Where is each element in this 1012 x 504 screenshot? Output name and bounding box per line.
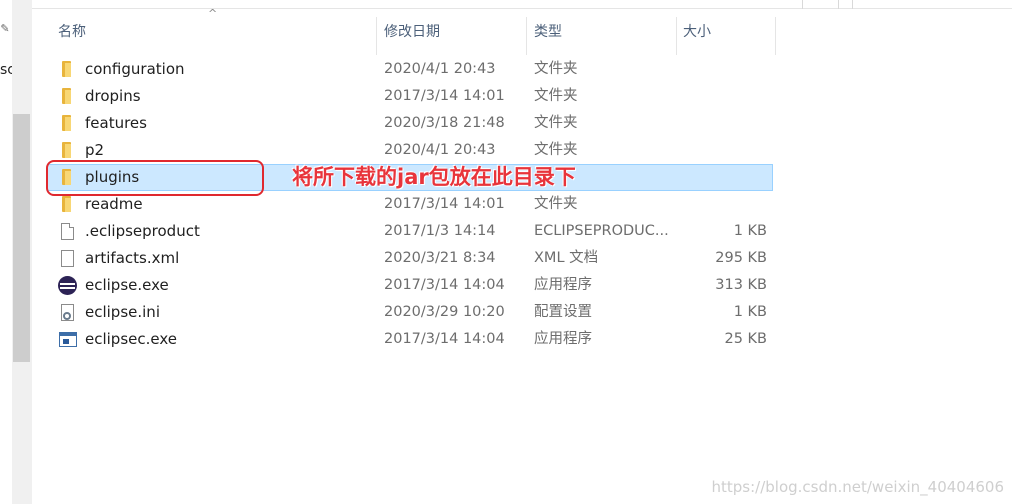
navigation-pane: ✎ sc bbox=[0, 0, 32, 504]
column-header-name-label: 名称 bbox=[58, 24, 86, 40]
file-name: eclipsec.exe bbox=[85, 330, 177, 348]
folder-icon bbox=[59, 60, 77, 78]
file-row-dropins[interactable]: dropins 2017/3/14 14:01 文件夹 bbox=[47, 83, 773, 110]
file-date: 2017/3/14 14:04 bbox=[384, 331, 505, 347]
file-name: eclipse.ini bbox=[85, 303, 160, 321]
folder-icon bbox=[59, 141, 77, 159]
file-date: 2020/4/1 20:43 bbox=[384, 142, 496, 158]
column-header-size[interactable]: 大小 bbox=[683, 9, 775, 47]
folder-icon bbox=[59, 114, 77, 132]
nav-pane-border bbox=[31, 0, 32, 504]
file-name: dropins bbox=[85, 87, 141, 105]
file-date: 2017/1/3 14:14 bbox=[384, 223, 496, 239]
file-date: 2020/3/29 10:20 bbox=[384, 304, 505, 320]
application-icon bbox=[59, 332, 77, 347]
column-headers: 名称 ^ 修改日期 类型 大小 bbox=[32, 7, 1012, 55]
file-size bbox=[678, 165, 768, 192]
file-type: 文件夹 bbox=[534, 142, 578, 158]
file-name: eclipse.exe bbox=[85, 276, 169, 294]
top-separator bbox=[852, 0, 853, 9]
sort-ascending-icon: ^ bbox=[208, 7, 218, 20]
column-divider[interactable] bbox=[676, 17, 677, 55]
watermark: https://blog.csdn.net/weixin_40404606 bbox=[711, 478, 1004, 496]
file-size: 313 KB bbox=[715, 277, 767, 293]
file-size: 295 KB bbox=[715, 250, 767, 266]
top-strip bbox=[0, 0, 1012, 9]
file-type: 应用程序 bbox=[534, 277, 592, 293]
file-size bbox=[677, 56, 767, 83]
file-date: 2017/3/14 14:01 bbox=[384, 196, 505, 212]
column-divider[interactable] bbox=[376, 17, 377, 55]
nav-scrollbar-thumb[interactable] bbox=[13, 114, 30, 362]
column-divider[interactable] bbox=[775, 17, 776, 55]
file-type: 文件夹 bbox=[534, 61, 578, 77]
column-header-date[interactable]: 修改日期 bbox=[384, 9, 526, 47]
top-separator bbox=[838, 0, 839, 9]
file-size: 1 KB bbox=[733, 223, 767, 239]
column-header-size-label: 大小 bbox=[683, 24, 711, 40]
file-date: 2020/3/18 21:48 bbox=[384, 115, 505, 131]
file-row-eclipse-ini[interactable]: eclipse.ini 2020/3/29 10:20 配置设置 1 KB bbox=[47, 299, 773, 326]
folder-icon bbox=[59, 195, 77, 213]
file-date: 2017/3/14 14:01 bbox=[384, 88, 505, 104]
annotation-highlight-box bbox=[46, 160, 264, 196]
file-name: features bbox=[85, 114, 147, 132]
file-type: ECLIPSEPRODUC... bbox=[534, 223, 669, 239]
file-date: 2020/3/21 8:34 bbox=[384, 250, 496, 266]
top-separator bbox=[802, 0, 803, 9]
file-row-features[interactable]: features 2020/3/18 21:48 文件夹 bbox=[47, 110, 773, 137]
file-type: 文件夹 bbox=[534, 88, 578, 104]
annotation-text: 将所下载的jar包放在此目录下 bbox=[292, 165, 576, 189]
file-type: 文件夹 bbox=[534, 196, 578, 212]
file-name: .eclipseproduct bbox=[85, 222, 200, 240]
file-size bbox=[677, 137, 767, 164]
column-header-date-label: 修改日期 bbox=[384, 24, 440, 40]
file-size bbox=[677, 191, 767, 218]
file-icon bbox=[61, 223, 74, 240]
file-name: artifacts.xml bbox=[85, 249, 180, 267]
folder-icon bbox=[59, 87, 77, 105]
file-row-eclipseproduct[interactable]: .eclipseproduct 2017/1/3 14:14 ECLIPSEPR… bbox=[47, 218, 773, 245]
nav-item-partial[interactable]: sc bbox=[0, 62, 12, 78]
file-date: 2017/3/14 14:04 bbox=[384, 277, 505, 293]
file-size bbox=[677, 110, 767, 137]
file-row-eclipse-exe[interactable]: eclipse.exe 2017/3/14 14:04 应用程序 313 KB bbox=[47, 272, 773, 299]
xml-file-icon bbox=[61, 250, 74, 267]
file-size: 25 KB bbox=[724, 331, 767, 347]
settings-file-icon bbox=[61, 304, 74, 321]
file-row-artifacts-xml[interactable]: artifacts.xml 2020/3/21 8:34 XML 文档 295 … bbox=[47, 245, 773, 272]
file-type: XML 文档 bbox=[534, 250, 599, 266]
file-name: configuration bbox=[85, 60, 185, 78]
file-row-eclipsec-exe[interactable]: eclipsec.exe 2017/3/14 14:04 应用程序 25 KB bbox=[47, 326, 773, 353]
pin-icon[interactable]: ✎ bbox=[0, 22, 10, 35]
file-row-configuration[interactable]: configuration 2020/4/1 20:43 文件夹 bbox=[47, 56, 773, 83]
file-size bbox=[677, 83, 767, 110]
column-header-type-label: 类型 bbox=[534, 24, 562, 40]
file-type: 配置设置 bbox=[534, 304, 592, 320]
file-size: 1 KB bbox=[733, 304, 767, 320]
column-header-type[interactable]: 类型 bbox=[534, 9, 676, 47]
column-divider[interactable] bbox=[526, 17, 527, 55]
eclipse-icon bbox=[58, 276, 77, 295]
file-type: 应用程序 bbox=[534, 331, 592, 347]
file-date: 2020/4/1 20:43 bbox=[384, 61, 496, 77]
file-type: 文件夹 bbox=[534, 115, 578, 131]
